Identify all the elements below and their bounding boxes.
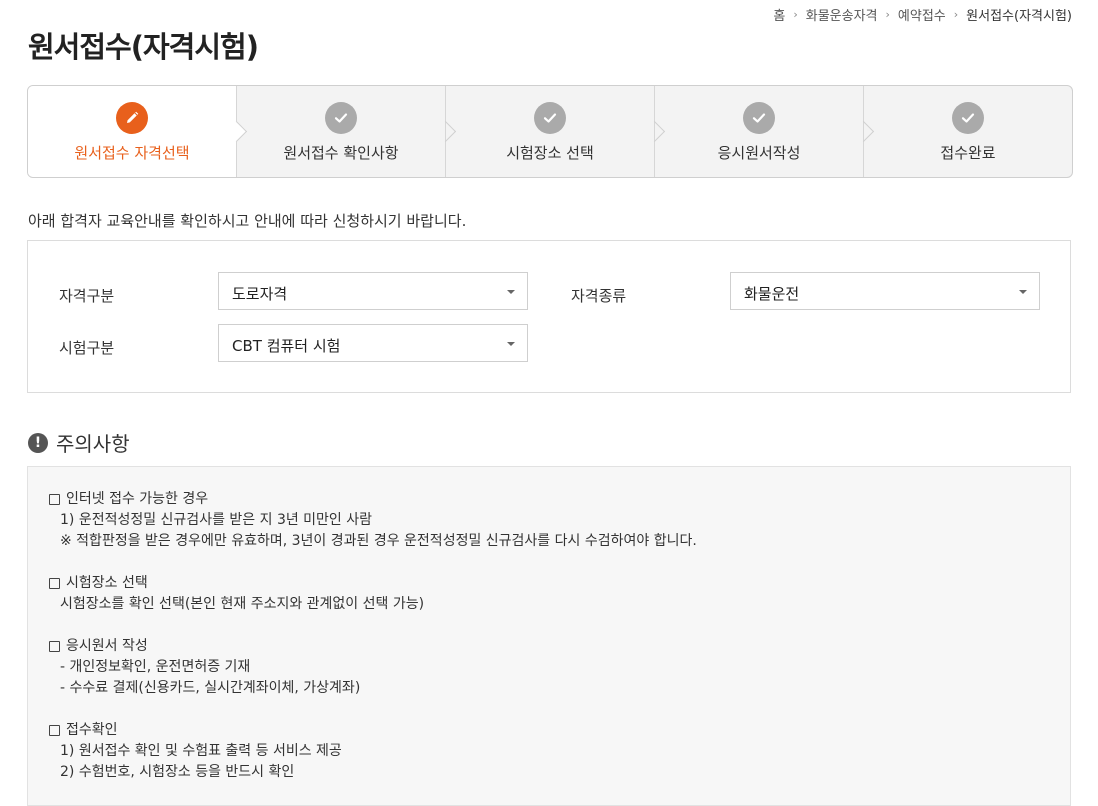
caret-down-icon — [507, 342, 515, 346]
step-application-form[interactable]: 응시원서작성 — [655, 86, 864, 177]
notice-line: 시험장소를 확인 선택(본인 현재 주소지와 관계없이 선택 가능) — [60, 596, 425, 612]
check-icon — [534, 102, 566, 134]
check-icon — [743, 102, 775, 134]
step-confirm-items[interactable]: 원서접수 확인사항 — [237, 86, 446, 177]
breadcrumb-home[interactable]: 홈 — [773, 5, 785, 24]
step-complete[interactable]: 접수완료 — [864, 86, 1072, 177]
breadcrumb: 홈 › 화물운송자격 › 예약접수 › 원서접수(자격시험) — [773, 5, 1072, 24]
exclamation-icon: ! — [28, 432, 48, 453]
notice-group: 접수확인 1) 원서접수 확인 및 수험표 출력 등 서비스 제공 2) 수험번… — [49, 720, 1070, 783]
notice-group: 인터넷 접수 가능한 경우 1) 운전적성정밀 신규검사를 받은 지 3년 미만… — [49, 489, 1070, 552]
qualification-form: 자격구분 도로자격 자격종류 화물운전 시험구분 CBT 컴퓨터 시험 — [27, 240, 1071, 393]
step-exam-location[interactable]: 시험장소 선택 — [446, 86, 655, 177]
notice-line: - 개인정보확인, 운전면허증 기재 — [60, 659, 251, 675]
check-icon — [952, 102, 984, 134]
step-progress: 원서접수 자격선택 원서접수 확인사항 시험장소 선택 응시원서작성 접수완료 — [27, 85, 1073, 178]
step-label: 원서접수 자격선택 — [74, 144, 190, 162]
step-label: 시험장소 선택 — [506, 144, 594, 162]
notice-group-heading: 시험장소 선택 — [66, 575, 148, 591]
notice-group-heading: 접수확인 — [66, 722, 118, 738]
qual-category-select[interactable]: 도로자격 — [218, 272, 528, 310]
notice-title: 주의사항 — [56, 432, 130, 456]
square-bullet-icon — [49, 641, 60, 652]
square-bullet-icon — [49, 578, 60, 589]
square-bullet-icon — [49, 725, 60, 736]
qual-category-value: 도로자격 — [232, 285, 288, 303]
qual-type-select[interactable]: 화물운전 — [730, 272, 1040, 310]
exam-category-label: 시험구분 — [59, 339, 115, 357]
qual-type-label: 자격종류 — [571, 287, 627, 305]
intro-text: 아래 합격자 교육안내를 확인하시고 안내에 따라 신청하시기 바랍니다. — [28, 212, 467, 230]
notice-line: 1) 원서접수 확인 및 수험표 출력 등 서비스 제공 — [60, 743, 342, 759]
pencil-icon — [116, 102, 148, 134]
chevron-right-icon: › — [793, 8, 798, 21]
notice-group: 응시원서 작성 - 개인정보확인, 운전면허증 기재 - 수수료 결제(신용카드… — [49, 636, 1070, 699]
chevron-right-icon: › — [953, 8, 959, 21]
notice-heading: ! 주의사항 — [28, 428, 130, 457]
caret-down-icon — [507, 290, 515, 294]
breadcrumb-current: 원서접수(자격시험) — [966, 9, 1072, 24]
step-label: 응시원서작성 — [717, 144, 801, 162]
step-qualification-select[interactable]: 원서접수 자격선택 — [28, 86, 237, 177]
qual-type-value: 화물운전 — [744, 285, 800, 303]
check-icon — [325, 102, 357, 134]
step-label: 원서접수 확인사항 — [283, 144, 399, 162]
caret-down-icon — [1019, 290, 1027, 294]
breadcrumb-cargo-qualification[interactable]: 화물운송자격 — [806, 5, 878, 24]
square-bullet-icon — [49, 494, 60, 505]
notice-group-heading: 인터넷 접수 가능한 경우 — [66, 491, 209, 507]
step-label: 접수완료 — [940, 144, 996, 162]
notice-line: 2) 수험번호, 시험장소 등을 반드시 확인 — [60, 764, 295, 780]
chevron-right-icon: › — [885, 8, 890, 21]
exam-category-select[interactable]: CBT 컴퓨터 시험 — [218, 324, 528, 362]
qual-category-label: 자격구분 — [59, 287, 115, 305]
exam-category-value: CBT 컴퓨터 시험 — [232, 337, 341, 355]
breadcrumb-reservation[interactable]: 예약접수 — [898, 5, 946, 24]
notice-group-heading: 응시원서 작성 — [66, 638, 148, 654]
notice-line: - 수수료 결제(신용카드, 실시간계좌이체, 가상계좌) — [60, 680, 361, 696]
notice-group: 시험장소 선택 시험장소를 확인 선택(본인 현재 주소지와 관계없이 선택 가… — [49, 573, 1070, 615]
notice-box: 인터넷 접수 가능한 경우 1) 운전적성정밀 신규검사를 받은 지 3년 미만… — [27, 466, 1071, 806]
notice-line: ※ 적합판정을 받은 경우에만 유효하며, 3년이 경과된 경우 운전적성정밀 … — [60, 533, 697, 549]
notice-line: 1) 운전적성정밀 신규검사를 받은 지 3년 미만인 사람 — [60, 512, 373, 528]
page-title: 원서접수(자격시험) — [28, 30, 259, 64]
